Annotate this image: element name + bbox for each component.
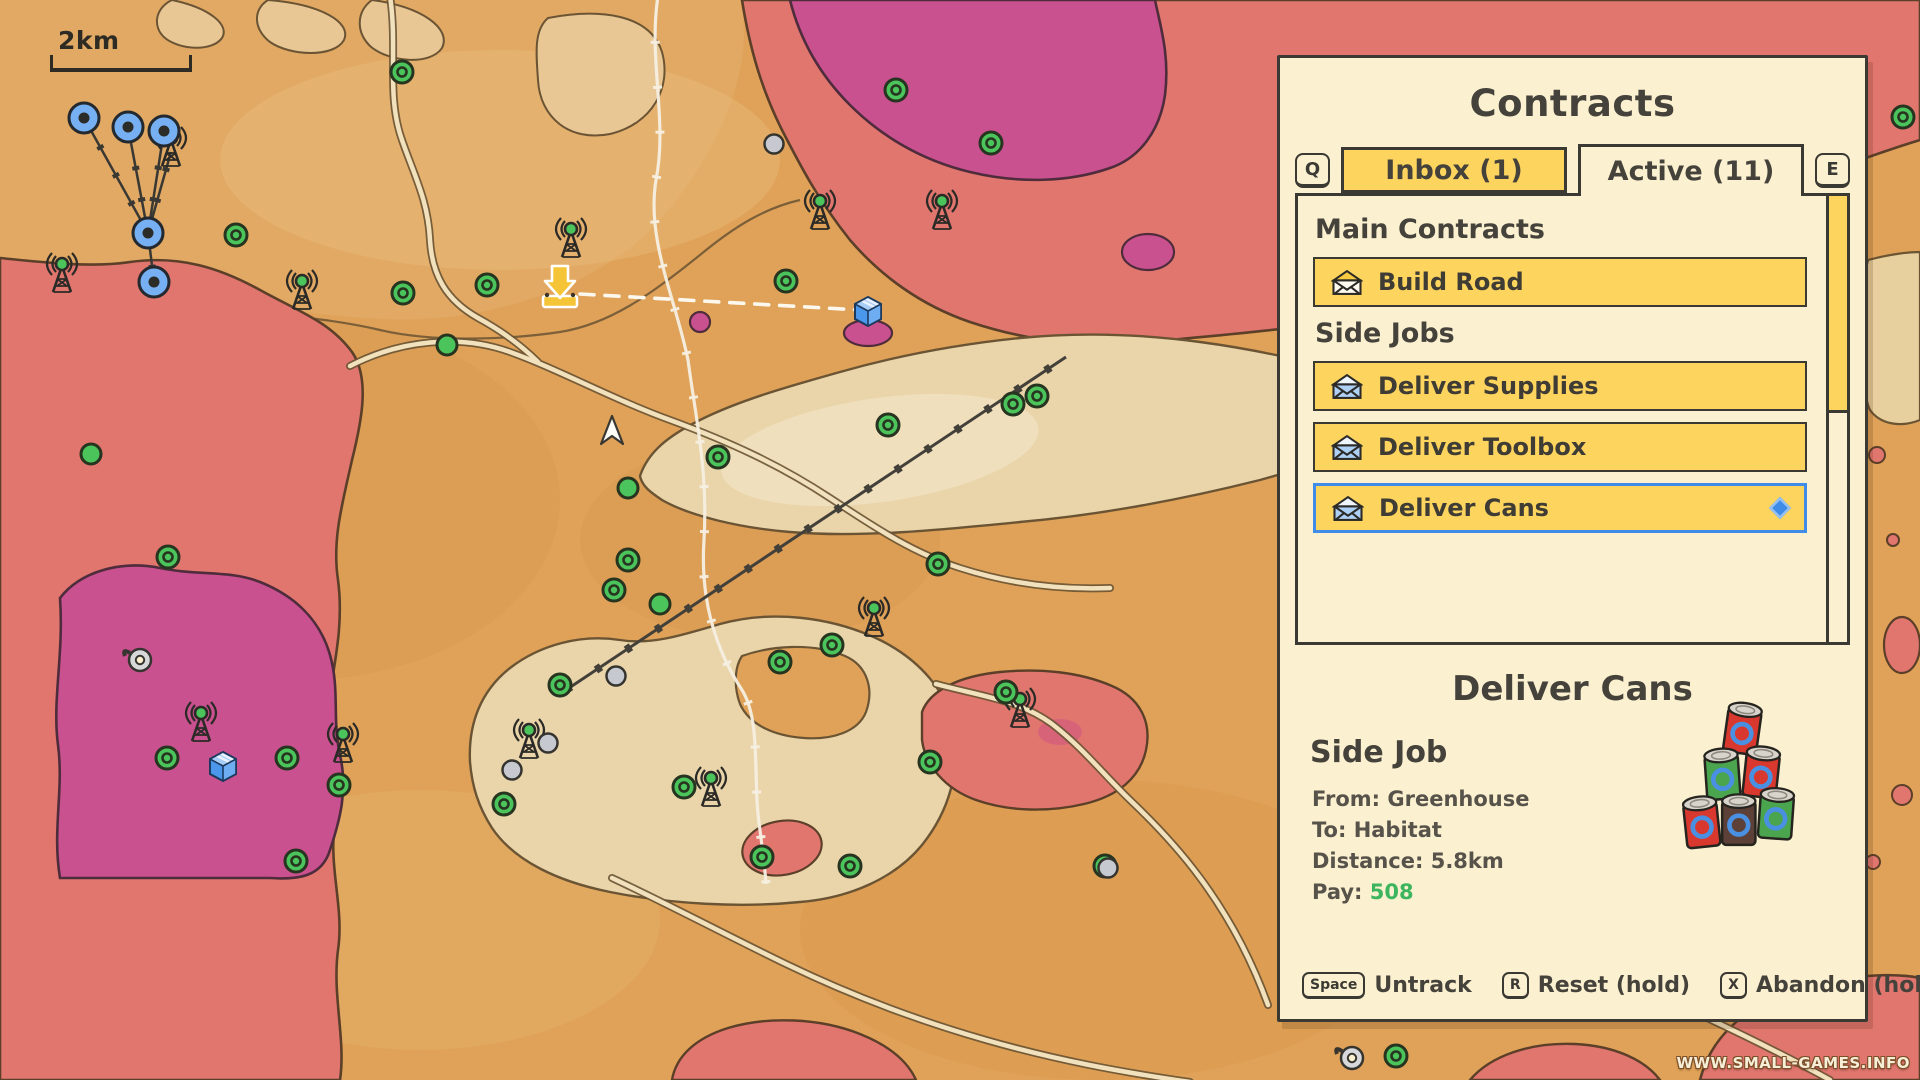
green-ring-marker	[821, 634, 843, 656]
field-value: 508	[1370, 880, 1414, 904]
green-ring-marker	[617, 549, 639, 571]
tab-row: Q Inbox (1) Active (11) E	[1295, 141, 1850, 193]
cube-marker	[855, 297, 881, 326]
tab-inbox[interactable]: Inbox (1)	[1341, 147, 1567, 193]
hint-label: Abandon (hold)	[1756, 973, 1920, 998]
green-ring-marker	[391, 61, 413, 83]
contracts-panel: Contracts Q Inbox (1) Active (11) E Main…	[1277, 55, 1868, 1022]
map-scale-bar: 2km	[50, 26, 192, 72]
envelope-icon	[1331, 434, 1363, 461]
gray-dot-marker	[1099, 859, 1118, 878]
blue-node-marker	[69, 103, 99, 133]
green-ring-marker	[493, 793, 515, 815]
green-ring-marker	[603, 579, 625, 601]
green-dot-marker	[650, 594, 670, 614]
green-ring-marker	[157, 546, 179, 568]
contract-item[interactable]: Deliver Toolbox	[1313, 422, 1807, 472]
green-ring-marker	[476, 274, 498, 296]
green-ring-marker	[1026, 385, 1048, 407]
key-x-icon[interactable]: X	[1720, 972, 1747, 999]
key-q-icon[interactable]: Q	[1295, 153, 1330, 188]
hint-label: Untrack	[1374, 973, 1471, 998]
key-r-icon[interactable]: R	[1502, 972, 1529, 999]
section-heading: Main Contracts	[1315, 214, 1807, 245]
field-label: From:	[1312, 787, 1380, 811]
field-value: 5.8km	[1431, 849, 1504, 873]
green-dot-marker	[618, 478, 638, 498]
green-ring-marker	[775, 270, 797, 292]
green-ring-marker	[927, 553, 949, 575]
blue-node-marker	[149, 116, 179, 146]
tracked-diamond-icon	[1769, 497, 1792, 520]
contract-item-label: Deliver Toolbox	[1378, 433, 1586, 461]
envelope-icon	[1331, 373, 1363, 400]
cube-marker	[210, 752, 236, 781]
green-ring-marker	[276, 747, 298, 769]
scrollbar[interactable]	[1826, 193, 1850, 645]
contract-list: Main Contracts Build Road Side Jobs Deliv…	[1295, 193, 1850, 645]
green-ring-marker	[885, 79, 907, 101]
contract-item[interactable]: Deliver Cans	[1313, 483, 1807, 533]
scrollbar-thumb[interactable]	[1826, 193, 1850, 413]
game-map-screen: { "map": { "scale_label": "2km", "waterm…	[0, 0, 1920, 1080]
green-ring-marker	[1385, 1045, 1407, 1067]
contract-item-label: Deliver Supplies	[1378, 372, 1599, 400]
contract-detail: Deliver Cans Side Job From: GreenhouseTo…	[1280, 645, 1865, 972]
green-ring-marker	[549, 674, 571, 696]
contract-item[interactable]: Build Road	[1313, 257, 1807, 307]
field-value: Greenhouse	[1387, 787, 1529, 811]
envelope-icon	[1332, 495, 1364, 522]
section-heading: Side Jobs	[1315, 318, 1807, 349]
field-label: Distance:	[1312, 849, 1423, 873]
panel-title: Contracts	[1280, 82, 1865, 125]
green-ring-marker	[839, 855, 861, 877]
gray-dot-marker	[503, 761, 522, 780]
envelope-icon	[1331, 269, 1363, 296]
footer-hints: SpaceUntrackRReset (hold)XAbandon (hold)	[1280, 972, 1865, 1019]
green-ring-marker	[225, 224, 247, 246]
green-ring-marker	[1892, 106, 1914, 128]
cans-illustration	[1675, 693, 1813, 875]
contract-item[interactable]: Deliver Supplies	[1313, 361, 1807, 411]
hint-label: Reset (hold)	[1538, 973, 1690, 998]
green-ring-marker	[877, 414, 899, 436]
contract-item-label: Deliver Cans	[1379, 494, 1549, 522]
hotkey-hint[interactable]: R Reset (hold)	[1502, 972, 1690, 999]
hotkey-hint[interactable]: X Abandon (hold)	[1720, 972, 1920, 999]
green-ring-marker	[285, 850, 307, 872]
field-label: To:	[1312, 818, 1346, 842]
green-dot-marker	[81, 444, 101, 464]
green-ring-marker	[995, 681, 1017, 703]
blue-node-marker	[113, 112, 143, 142]
key-space-icon[interactable]: Space	[1302, 972, 1365, 999]
green-ring-marker	[392, 282, 414, 304]
green-ring-marker	[673, 776, 695, 798]
green-ring-marker	[751, 846, 773, 868]
field-label: Pay:	[1312, 880, 1362, 904]
green-dot-marker	[437, 335, 457, 355]
tab-active[interactable]: Active (11)	[1578, 144, 1804, 196]
green-ring-marker	[980, 132, 1002, 154]
detail-field: Pay: 508	[1312, 877, 1865, 908]
gray-dot-marker	[607, 667, 626, 686]
field-value: Habitat	[1354, 818, 1442, 842]
scale-bar-line	[50, 55, 192, 72]
green-ring-marker	[156, 747, 178, 769]
blue-node-marker	[133, 218, 163, 248]
gray-dot-marker	[539, 734, 558, 753]
gray-dot-marker	[765, 135, 784, 154]
blue-node-marker	[139, 267, 169, 297]
hotkey-hint[interactable]: Space Untrack	[1302, 972, 1472, 999]
green-ring-marker	[919, 751, 941, 773]
green-ring-marker	[1002, 393, 1024, 415]
green-ring-marker	[769, 651, 791, 673]
contract-item-label: Build Road	[1378, 268, 1524, 296]
green-ring-marker	[707, 446, 729, 468]
green-ring-marker	[328, 774, 350, 796]
watermark: WWW.SMALL-GAMES.INFO	[1676, 1054, 1910, 1072]
key-e-icon[interactable]: E	[1815, 153, 1850, 188]
scale-label: 2km	[58, 26, 192, 55]
